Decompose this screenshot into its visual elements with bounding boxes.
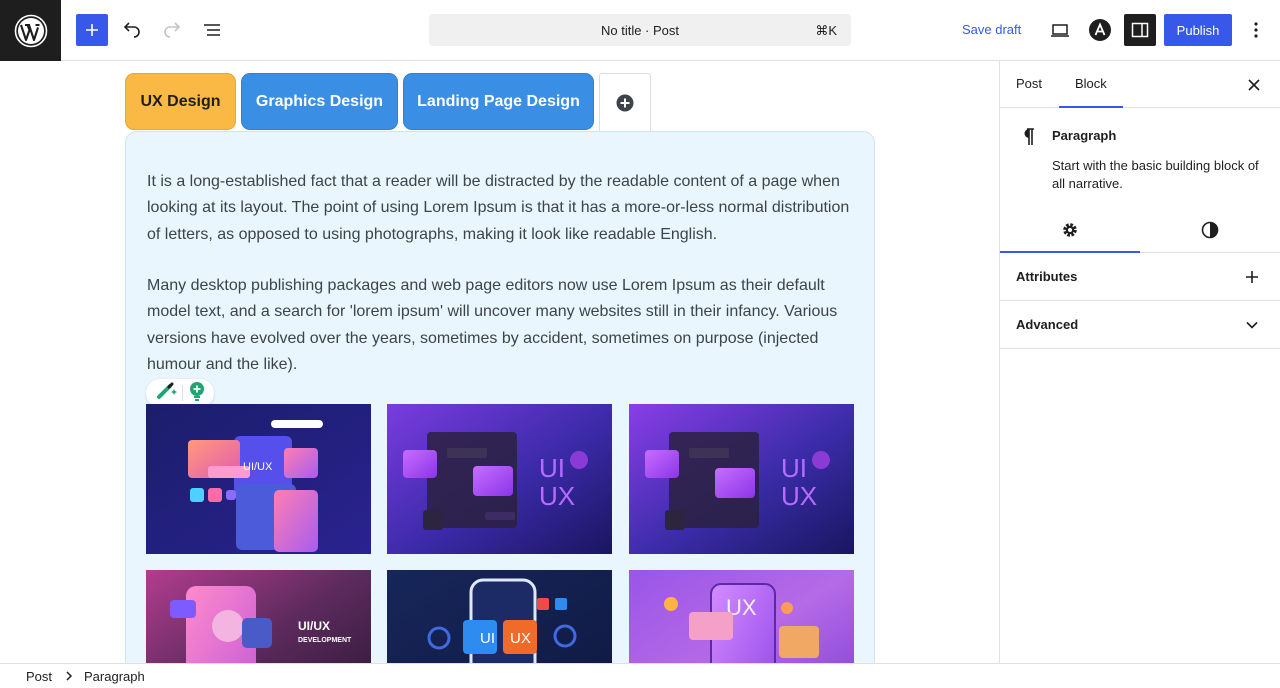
tab-ux-design[interactable]: UX Design <box>125 73 236 130</box>
tile-text: UI <box>480 630 495 647</box>
editor-header: No title · Post ⌘K Save draft Publish <box>0 0 1280 61</box>
astra-settings-button[interactable] <box>1084 14 1116 46</box>
block-breadcrumb: Post Paragraph <box>0 663 1280 688</box>
tab-post[interactable]: Post <box>1000 61 1058 107</box>
tab-content-panel: It is a long-established fact that a rea… <box>125 131 875 663</box>
publish-button[interactable]: Publish <box>1164 14 1232 46</box>
tab-styles[interactable] <box>1140 208 1280 252</box>
tab-graphics-design[interactable]: Graphics Design <box>241 73 398 130</box>
gallery-image-ux-app[interactable]: UX <box>629 570 854 663</box>
plus-icon <box>1240 265 1264 289</box>
add-block-button[interactable] <box>76 14 108 46</box>
settings-sidebar: Post Block Paragraph Start with the basi… <box>999 61 1280 663</box>
redo-button[interactable] <box>156 14 188 46</box>
panel-title: Advanced <box>1016 317 1079 332</box>
document-title: No title · Post <box>600 22 680 38</box>
document-overview-button[interactable] <box>196 14 228 46</box>
list-view-icon <box>204 24 220 36</box>
gear-icon <box>1063 223 1077 237</box>
contrast-icon <box>1201 221 1219 239</box>
wordpress-logo-button[interactable] <box>0 0 61 61</box>
ai-magic-button[interactable] <box>155 382 177 405</box>
sidebar-icon <box>1131 22 1149 38</box>
wordpress-icon <box>14 14 47 47</box>
chevron-down-icon <box>1240 313 1264 337</box>
block-title: Paragraph <box>1052 128 1117 143</box>
redo-icon <box>164 22 181 38</box>
tile-text: UI <box>781 453 807 483</box>
magic-wand-icon <box>156 382 177 399</box>
plus-circle-icon <box>616 94 634 111</box>
undo-icon <box>123 22 140 38</box>
tile-text: UX <box>781 481 817 511</box>
editor-canvas: UX Design Graphics Design Landing Page D… <box>0 61 999 663</box>
tab-block[interactable]: Block <box>1059 61 1123 108</box>
toolbar-divider <box>181 385 183 401</box>
command-palette-bar[interactable]: No title · Post ⌘K <box>429 14 851 46</box>
paragraph-block[interactable]: Many desktop publishing packages and web… <box>147 273 859 378</box>
spectra-button[interactable] <box>188 381 206 406</box>
close-icon <box>1248 79 1260 91</box>
gallery-image-ui-ux-phone[interactable]: UI UX <box>387 570 612 663</box>
paragraph-icon <box>1024 128 1034 145</box>
tile-text: UI/UX <box>298 619 330 633</box>
breadcrumb-paragraph[interactable]: Paragraph <box>84 669 145 684</box>
spectra-icon <box>189 381 204 401</box>
close-sidebar-button[interactable] <box>1242 73 1266 97</box>
more-vertical-icon <box>1254 22 1258 38</box>
gallery-image-uiux-purple[interactable]: UI UX <box>387 404 612 554</box>
options-menu-button[interactable] <box>1240 14 1272 46</box>
save-draft-button[interactable]: Save draft <box>954 14 1029 46</box>
add-tab-button[interactable] <box>599 73 651 131</box>
breadcrumb-post[interactable]: Post <box>26 669 52 684</box>
tile-text: DEVELOPMENT <box>298 637 352 644</box>
tab-settings[interactable] <box>1000 208 1140 253</box>
chevron-right-icon <box>66 668 73 684</box>
panel-title: Attributes <box>1016 269 1078 284</box>
astra-icon <box>1089 19 1111 41</box>
block-card: Paragraph Start with the basic building … <box>1000 108 1280 208</box>
tile-text: UI <box>539 453 565 483</box>
block-description: Start with the basic building block of a… <box>1052 158 1259 191</box>
advanced-panel-toggle[interactable]: Advanced <box>1000 301 1280 349</box>
desktop-icon <box>1051 24 1069 37</box>
settings-panel-toggle[interactable] <box>1124 14 1156 46</box>
inspector-tabs <box>1000 208 1280 253</box>
command-shortcut: ⌘K <box>815 23 837 38</box>
gallery-image-uiux-dashboard[interactable]: UI/UX <box>146 404 371 554</box>
tile-text: UX <box>510 630 531 647</box>
paragraph-block[interactable]: It is a long-established fact that a rea… <box>147 169 859 248</box>
tab-landing-page-design[interactable]: Landing Page Design <box>403 73 594 130</box>
attributes-panel-toggle[interactable]: Attributes <box>1000 253 1280 301</box>
view-button[interactable] <box>1044 14 1076 46</box>
sidebar-tabs: Post Block <box>1000 61 1280 108</box>
tile-text: UX <box>539 481 575 511</box>
block-toolbar <box>146 379 214 407</box>
plus-icon <box>86 24 98 36</box>
undo-button[interactable] <box>116 14 148 46</box>
tile-text: UI/UX <box>243 461 273 473</box>
gallery-image-uiux-development[interactable]: UI/UX DEVELOPMENT <box>146 570 371 663</box>
gallery-image-uiux-design[interactable]: UI UX <box>629 404 854 554</box>
